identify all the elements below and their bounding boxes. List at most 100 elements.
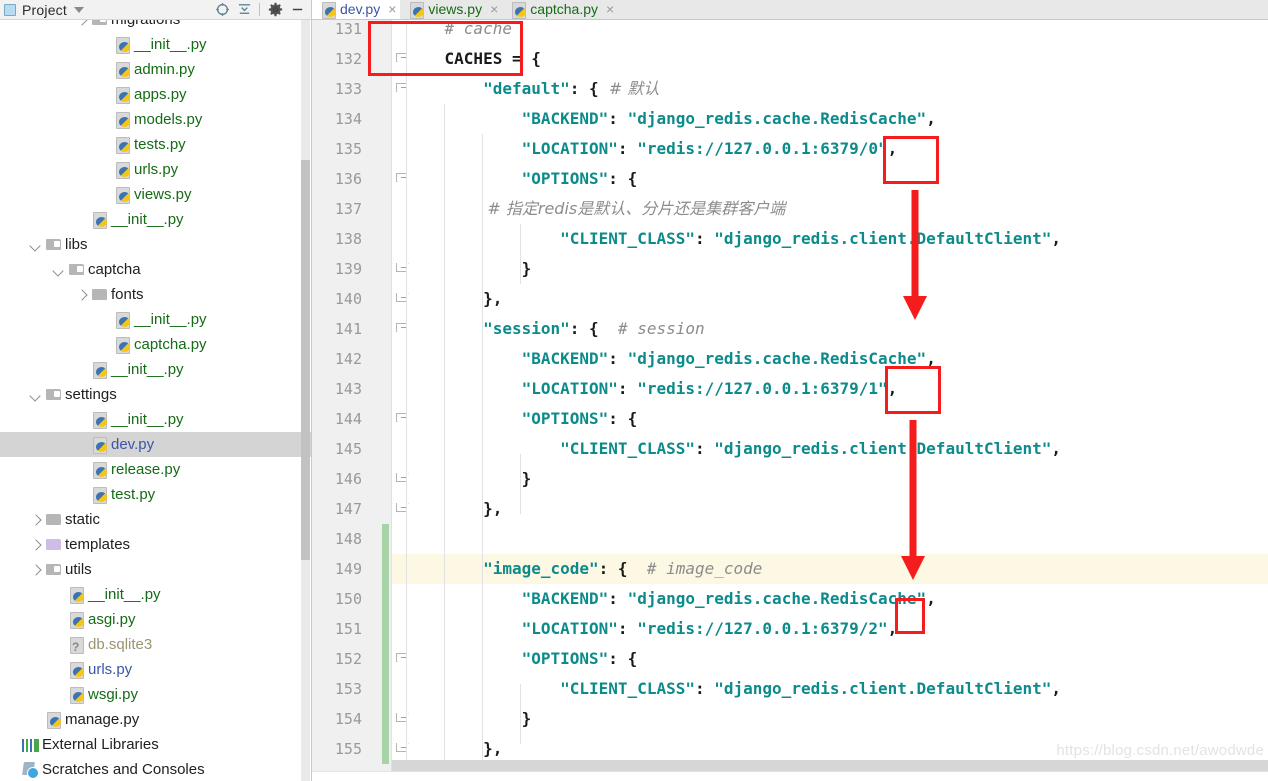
code-line-134[interactable]: "BACKEND": "django_redis.cache.RedisCach…	[392, 104, 1268, 134]
project-panel-header: Project	[0, 0, 311, 20]
editor-gutter[interactable]: 131 132 133 134 135 136 137 138 139 140 141 142 143 1…	[312, 20, 407, 781]
watermark-text: https://blog.csdn.net/awodwde	[1056, 742, 1264, 759]
editor-tab-dev-py[interactable]: dev.py ×	[312, 0, 401, 19]
close-icon[interactable]: ×	[606, 2, 614, 16]
tree-item-db-sqlite3[interactable]: db.sqlite3	[0, 632, 311, 657]
line-number: 146	[334, 470, 362, 488]
locate-icon[interactable]	[211, 1, 233, 19]
chevron-right-icon[interactable]	[29, 513, 42, 526]
tree-item-urls-py[interactable]: urls.py	[0, 157, 311, 182]
chevron-right-icon[interactable]	[75, 20, 88, 26]
tree-item-wsgi-py[interactable]: wsgi.py	[0, 682, 311, 707]
code-line-151[interactable]: "LOCATION": "redis://127.0.0.1:6379/2",	[392, 614, 1268, 644]
twisty-placeholder	[75, 463, 88, 476]
tree-item-captcha-py[interactable]: captcha.py	[0, 332, 311, 357]
tree-item-migrations[interactable]: migrations	[0, 20, 311, 32]
tree-item--init-py[interactable]: __init__.py	[0, 407, 311, 432]
twisty-placeholder	[52, 613, 65, 626]
tree-item--init-py[interactable]: __init__.py	[0, 207, 311, 232]
tree-item-urls-py[interactable]: urls.py	[0, 657, 311, 682]
code-lines[interactable]: # cache CACHES = { "default": { # 默认 "BA…	[392, 20, 1268, 781]
project-panel-scrollbar[interactable]	[301, 20, 310, 781]
tree-item--init-py[interactable]: __init__.py	[0, 32, 311, 57]
chevron-down-icon[interactable]	[29, 388, 42, 401]
tree-item-release-py[interactable]: release.py	[0, 457, 311, 482]
twisty-placeholder	[29, 713, 42, 726]
chevron-right-icon[interactable]	[75, 288, 88, 301]
tree-item--init-py[interactable]: __init__.py	[0, 307, 311, 332]
code-line-149[interactable]: "image_code": { # image_code	[392, 554, 1268, 584]
tree-item-admin-py[interactable]: admin.py	[0, 57, 311, 82]
tree-item-libs[interactable]: libs	[0, 232, 311, 257]
code-line-146[interactable]: }	[392, 464, 1268, 494]
code-line-154[interactable]: }	[392, 704, 1268, 734]
tree-item--init-py[interactable]: __init__.py	[0, 582, 311, 607]
code-line-137[interactable]: # 指定redis是默认、分片还是集群客户端	[392, 194, 1268, 224]
twisty-placeholder	[52, 663, 65, 676]
code-line-132[interactable]: CACHES = {	[392, 44, 1268, 74]
chevron-right-icon[interactable]	[29, 563, 42, 576]
project-tree-scroll[interactable]: migrations __init__.py admin.py apps.py mode…	[0, 20, 311, 781]
tree-item-views-py[interactable]: views.py	[0, 182, 311, 207]
tree-item-tests-py[interactable]: tests.py	[0, 132, 311, 157]
code-line-144[interactable]: "OPTIONS": {	[392, 404, 1268, 434]
code-line-139[interactable]: }	[392, 254, 1268, 284]
tree-item--init-py[interactable]: __init__.py	[0, 357, 311, 382]
tree-item-label: tests.py	[134, 136, 186, 153]
twisty-placeholder	[98, 188, 111, 201]
code-line-153[interactable]: "CLIENT_CLASS": "django_redis.client.Def…	[392, 674, 1268, 704]
tree-item-label: Scratches and Consoles	[42, 761, 205, 778]
code-line-135[interactable]: "LOCATION": "redis://127.0.0.1:6379/0",	[392, 134, 1268, 164]
code-line-147[interactable]: },	[392, 494, 1268, 524]
tree-item-external-libraries[interactable]: External Libraries	[0, 732, 311, 757]
editor-tab-views-py[interactable]: views.py ×	[400, 0, 502, 19]
code-area[interactable]: 131 132 133 134 135 136 137 138 139 140 141 142 143 1…	[312, 20, 1268, 781]
chevron-down-icon[interactable]	[29, 238, 42, 251]
code-line-142[interactable]: "BACKEND": "django_redis.cache.RedisCach…	[392, 344, 1268, 374]
close-icon[interactable]: ×	[490, 2, 498, 16]
chevron-right-icon[interactable]	[29, 538, 42, 551]
tree-item-utils[interactable]: utils	[0, 557, 311, 582]
code-line-152[interactable]: "OPTIONS": {	[392, 644, 1268, 674]
tree-item-label: migrations	[111, 20, 180, 27]
hscrollbar-thumb[interactable]	[392, 760, 1268, 771]
horizontal-scrollbar[interactable]	[392, 760, 1268, 771]
editor-tab-captcha-py[interactable]: captcha.py ×	[502, 0, 618, 19]
tree-item-dev-py[interactable]: dev.py	[0, 432, 311, 457]
dropdown-caret-icon[interactable]	[73, 6, 84, 13]
twisty-placeholder	[52, 688, 65, 701]
tree-item-asgi-py[interactable]: asgi.py	[0, 607, 311, 632]
code-line-133[interactable]: "default": { # 默认	[392, 74, 1268, 104]
code-line-141[interactable]: "session": { # session	[392, 314, 1268, 344]
tree-item-captcha[interactable]: captcha	[0, 257, 311, 282]
scrollbar-thumb[interactable]	[301, 160, 310, 560]
collapse-all-icon[interactable]	[233, 1, 255, 19]
tree-item-templates[interactable]: templates	[0, 532, 311, 557]
tree-item-models-py[interactable]: models.py	[0, 107, 311, 132]
tree-item-settings[interactable]: settings	[0, 382, 311, 407]
code-line-143[interactable]: "LOCATION": "redis://127.0.0.1:6379/1",	[392, 374, 1268, 404]
code-line-138[interactable]: "CLIENT_CLASS": "django_redis.client.Def…	[392, 224, 1268, 254]
tree-item-static[interactable]: static	[0, 507, 311, 532]
code-line-145[interactable]: "CLIENT_CLASS": "django_redis.client.Def…	[392, 434, 1268, 464]
tree-item-label: test.py	[111, 486, 156, 503]
code-line-140[interactable]: },	[392, 284, 1268, 314]
tree-item-scratches-and-consoles[interactable]: Scratches and Consoles	[0, 757, 311, 781]
minimize-icon[interactable]	[286, 1, 308, 19]
vcs-change-bar[interactable]	[382, 524, 389, 764]
code-line-148[interactable]	[392, 524, 1268, 554]
python-file-icon	[114, 36, 131, 54]
tree-item-test-py[interactable]: test.py	[0, 482, 311, 507]
code-line-136[interactable]: "OPTIONS": {	[392, 164, 1268, 194]
chevron-down-icon[interactable]	[52, 263, 65, 276]
code-line-150[interactable]: "BACKEND": "django_redis.cache.RedisCach…	[392, 584, 1268, 614]
gear-icon[interactable]	[264, 1, 286, 19]
close-icon[interactable]: ×	[388, 2, 396, 16]
twisty-placeholder	[98, 338, 111, 351]
code-line-131[interactable]: # cache	[392, 20, 1268, 44]
tree-item-fonts[interactable]: fonts	[0, 282, 311, 307]
tree-item-manage-py[interactable]: manage.py	[0, 707, 311, 732]
editor-tabbar: dev.py × views.py × captcha.py ×	[312, 0, 1268, 20]
tree-item-apps-py[interactable]: apps.py	[0, 82, 311, 107]
tree-item-label: urls.py	[88, 661, 133, 678]
